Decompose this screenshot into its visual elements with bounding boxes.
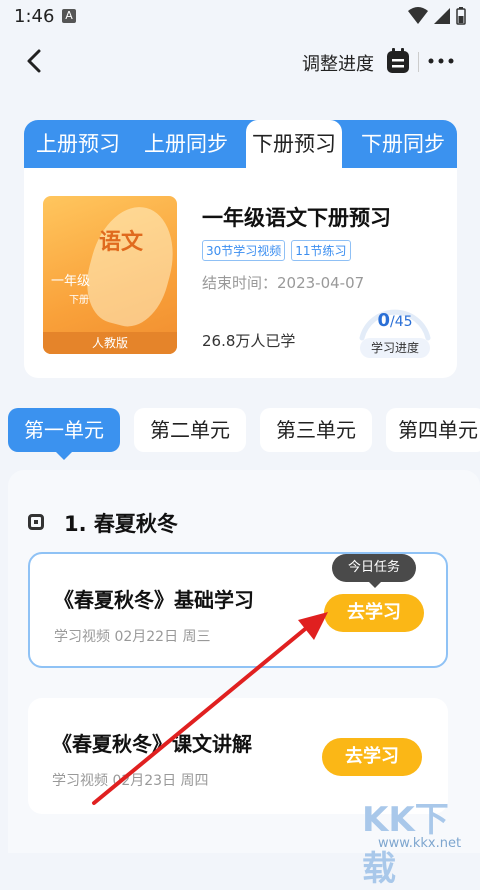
status-icons bbox=[408, 7, 466, 25]
progress-label: 学习进度 bbox=[360, 338, 430, 358]
divider bbox=[418, 52, 419, 72]
section-icon bbox=[28, 514, 44, 530]
lesson-title: 《春夏秋冬》课文讲解 bbox=[52, 732, 252, 756]
learner-count: 26.8万人已学 bbox=[202, 332, 296, 350]
today-task-tooltip: 今日任务 bbox=[332, 554, 416, 588]
lesson-meta: 学习视频 02月23日 周四 bbox=[52, 773, 209, 789]
unit-tab-4[interactable]: 第四单元 bbox=[386, 408, 480, 452]
adjust-progress-button[interactable]: 调整进度 bbox=[302, 50, 374, 76]
end-date: 结束时间：2023-04-07 bbox=[202, 274, 365, 292]
study-progress[interactable]: 0/45 学习进度 bbox=[354, 288, 436, 368]
start-learning-button[interactable]: 去学习 bbox=[322, 738, 422, 776]
cover-edition: 人教版 bbox=[43, 332, 177, 354]
course-card: 上册预习 上册同步 下册预习 下册同步 语文 一年级 下册 人教版 一年级语文下… bbox=[24, 120, 457, 378]
book-badges: 30节学习视频 11节练习 bbox=[202, 240, 351, 261]
watermark-logo: KK下载 www.kkx.net bbox=[360, 792, 480, 889]
exercise-count-badge: 11节练习 bbox=[291, 240, 351, 261]
tab-vol2-sync[interactable]: 下册同步 bbox=[349, 120, 457, 168]
progress-done: 0 bbox=[377, 310, 390, 331]
video-count-badge: 30节学习视频 bbox=[202, 240, 286, 261]
watermark-url: www.kkx.net bbox=[378, 836, 462, 851]
start-learning-button[interactable]: 去学习 bbox=[324, 594, 424, 632]
wifi-icon bbox=[408, 7, 428, 24]
book-title: 一年级语文下册预习 bbox=[202, 206, 391, 230]
top-bar: 调整进度 bbox=[0, 34, 480, 90]
unit-tab-1[interactable]: 第一单元 bbox=[8, 408, 120, 460]
unit-tab-2[interactable]: 第二单元 bbox=[134, 408, 246, 452]
status-bar: 1:46 A bbox=[0, 0, 480, 34]
notification-icon: A bbox=[62, 9, 76, 23]
lesson-title: 《春夏秋冬》基础学习 bbox=[54, 588, 254, 612]
cover-volume: 下册 bbox=[69, 295, 89, 306]
cellular-icon bbox=[434, 8, 450, 24]
section-title: 1. 春夏秋冬 bbox=[64, 512, 178, 536]
progress-total: /45 bbox=[390, 314, 413, 330]
lesson-meta: 学习视频 02月22日 周三 bbox=[54, 629, 211, 645]
unit-tab-3[interactable]: 第三单元 bbox=[260, 408, 372, 452]
unit-tabs: 第一单元 第二单元 第三单元 第四单元 bbox=[8, 408, 480, 460]
tab-vol1-preview[interactable]: 上册预习 bbox=[24, 120, 132, 168]
volume-tabs: 上册预习 上册同步 下册预习 下册同步 bbox=[24, 120, 457, 170]
battery-icon bbox=[456, 7, 466, 25]
back-arrow-icon[interactable] bbox=[20, 46, 50, 76]
tab-vol2-preview[interactable]: 下册预习 bbox=[246, 120, 342, 170]
calendar-icon[interactable] bbox=[385, 47, 411, 75]
cover-subject: 语文 bbox=[99, 230, 144, 255]
book-cover[interactable]: 语文 一年级 下册 人教版 bbox=[43, 196, 177, 354]
more-options-icon[interactable] bbox=[426, 49, 456, 73]
progress-value: 0/45 bbox=[354, 310, 436, 331]
cover-grade: 一年级 bbox=[51, 274, 91, 289]
tab-vol1-sync[interactable]: 上册同步 bbox=[132, 120, 240, 168]
status-time: 1:46 bbox=[14, 6, 55, 27]
cover-decoration bbox=[76, 197, 177, 335]
